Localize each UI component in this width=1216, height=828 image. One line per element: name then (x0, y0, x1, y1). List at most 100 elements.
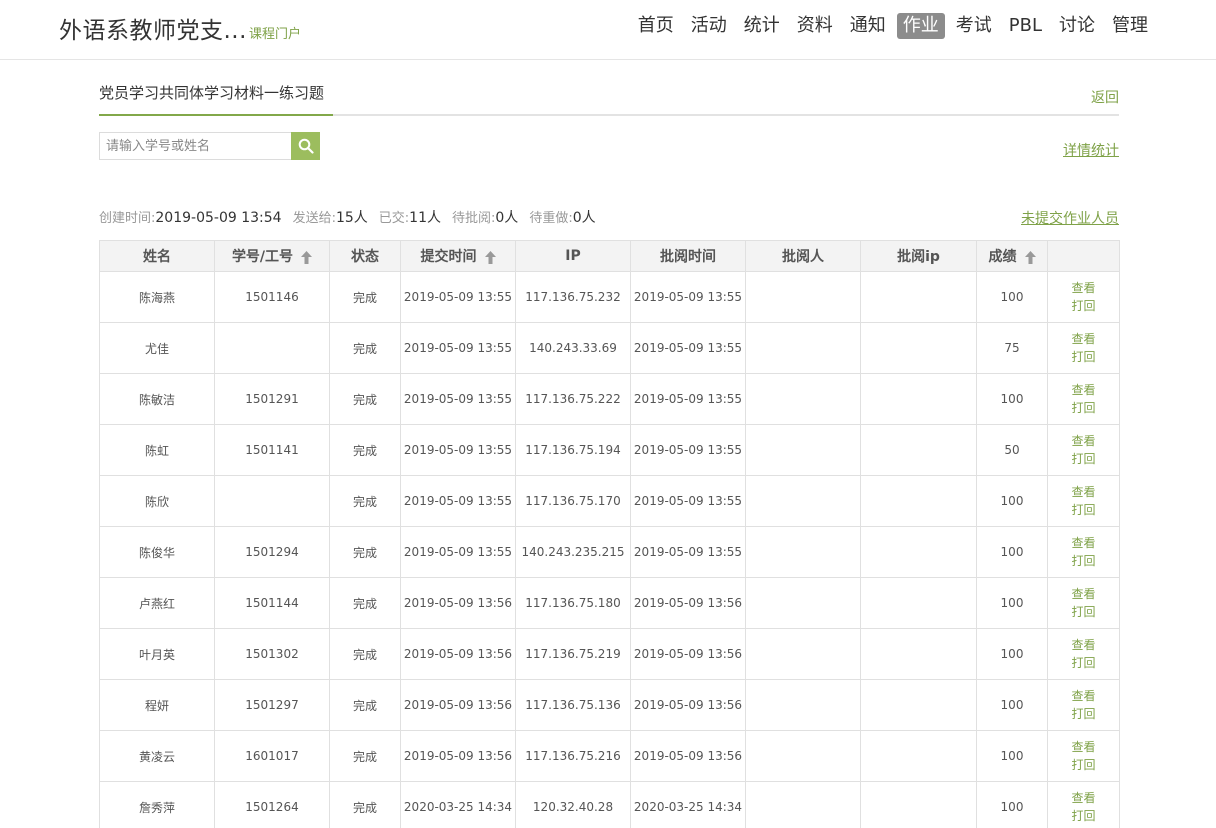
course-portal-link[interactable]: 课程门户 (249, 23, 301, 42)
unsubmitted-members-link[interactable]: 未提交作业人员 (1021, 208, 1119, 228)
column-header-actions (1047, 240, 1120, 272)
back-link[interactable]: 返回 (1091, 87, 1119, 107)
view-link[interactable]: 查看 (1048, 483, 1119, 501)
nav-item-8[interactable]: 讨论 (1053, 13, 1101, 39)
table-row: 尤佳 完成 2019-05-09 13:55 140.243.33.69 2019-05… (99, 322, 1120, 374)
cell-submit-time: 2019-05-09 13:55 (400, 373, 516, 425)
brand: 外语系教师党支... 课程门户 (59, 11, 301, 45)
cell-ip: 117.136.75.219 (515, 628, 631, 680)
course-title[interactable]: 外语系教师党支... (59, 11, 247, 45)
cell-status: 完成 (329, 628, 401, 680)
nav-item-1[interactable]: 活动 (685, 13, 733, 39)
cell-reviewer (745, 730, 861, 782)
cell-score: 100 (976, 271, 1048, 323)
pending-value: 0人 (495, 210, 519, 226)
cell-status: 完成 (329, 577, 401, 629)
tab-bar: 党员学习共同体学习材料一练习题 返回 (99, 80, 1119, 116)
search-icon (298, 138, 314, 154)
reject-link[interactable]: 打回 (1048, 705, 1119, 723)
cell-actions: 查看 打回 (1047, 424, 1120, 476)
reject-link[interactable]: 打回 (1048, 348, 1119, 366)
view-link[interactable]: 查看 (1048, 534, 1119, 552)
cell-submit-time: 2019-05-09 13:55 (400, 475, 516, 527)
detail-statistics-link[interactable]: 详情统计 (1063, 140, 1119, 160)
cell-score: 100 (976, 577, 1048, 629)
cell-submit-time: 2019-05-09 13:55 (400, 526, 516, 578)
view-link[interactable]: 查看 (1048, 279, 1119, 297)
cell-status: 完成 (329, 322, 401, 374)
cell-submit-time: 2019-05-09 13:56 (400, 730, 516, 782)
search-button[interactable] (291, 132, 320, 160)
reject-link[interactable]: 打回 (1048, 501, 1119, 519)
cell-score: 75 (976, 322, 1048, 374)
nav-item-7[interactable]: PBL (1003, 13, 1048, 39)
cell-actions: 查看 打回 (1047, 577, 1120, 629)
view-link[interactable]: 查看 (1048, 738, 1119, 756)
view-link[interactable]: 查看 (1048, 585, 1119, 603)
cell-review-ip (860, 577, 977, 629)
cell-review-time: 2019-05-09 13:56 (630, 730, 746, 782)
nav-item-0[interactable]: 首页 (632, 13, 680, 39)
reject-link[interactable]: 打回 (1048, 756, 1119, 774)
column-header-submit-time[interactable]: 提交时间 (400, 240, 516, 272)
search-input[interactable] (99, 132, 292, 160)
reject-link[interactable]: 打回 (1048, 603, 1119, 621)
cell-actions: 查看 打回 (1047, 781, 1120, 828)
reject-link[interactable]: 打回 (1048, 807, 1119, 825)
cell-name: 黄凌云 (99, 730, 215, 782)
cell-submit-time: 2020-03-25 14:34 (400, 781, 516, 828)
cell-score: 100 (976, 628, 1048, 680)
cell-reviewer (745, 322, 861, 374)
sent-value: 15人 (335, 210, 368, 226)
reject-link[interactable]: 打回 (1048, 399, 1119, 417)
redo-value: 0人 (572, 210, 596, 226)
nav-item-5[interactable]: 作业 (896, 13, 945, 39)
created-label: 创建时间: (99, 211, 156, 226)
reject-link[interactable]: 打回 (1048, 297, 1119, 315)
view-link[interactable]: 查看 (1048, 789, 1119, 807)
submitted-label: 已交: (378, 211, 410, 226)
cell-name: 叶月英 (99, 628, 215, 680)
cell-id: 1501141 (214, 424, 330, 476)
tab-assignment-title[interactable]: 党员学习共同体学习材料一练习题 (99, 80, 334, 116)
sort-arrow-icon[interactable] (484, 250, 496, 264)
view-link[interactable]: 查看 (1048, 636, 1119, 654)
reject-link[interactable]: 打回 (1048, 654, 1119, 672)
cell-review-ip (860, 373, 977, 425)
cell-review-time: 2020-03-25 14:34 (630, 781, 746, 828)
nav-item-3[interactable]: 资料 (791, 13, 839, 39)
column-header-label: 状态 (351, 249, 379, 265)
cell-review-ip (860, 679, 977, 731)
cell-status: 完成 (329, 475, 401, 527)
nav-item-6[interactable]: 考试 (950, 13, 998, 39)
cell-submit-time: 2019-05-09 13:55 (400, 424, 516, 476)
cell-review-time: 2019-05-09 13:55 (630, 322, 746, 374)
reject-link[interactable]: 打回 (1048, 552, 1119, 570)
view-link[interactable]: 查看 (1048, 687, 1119, 705)
sort-arrow-icon[interactable] (1024, 250, 1036, 264)
view-link[interactable]: 查看 (1048, 330, 1119, 348)
cell-score: 100 (976, 730, 1048, 782)
column-header-reviewer: 批阅人 (745, 240, 861, 272)
cell-actions: 查看 打回 (1047, 730, 1120, 782)
nav-item-9[interactable]: 管理 (1106, 13, 1154, 39)
view-link[interactable]: 查看 (1048, 432, 1119, 450)
column-header-score[interactable]: 成绩 (976, 240, 1048, 272)
cell-actions: 查看 打回 (1047, 322, 1120, 374)
column-header-label: 姓名 (143, 249, 171, 265)
cell-actions: 查看 打回 (1047, 475, 1120, 527)
column-header-ip: IP (515, 240, 631, 272)
nav-item-2[interactable]: 统计 (738, 13, 786, 39)
reject-link[interactable]: 打回 (1048, 450, 1119, 468)
cell-review-ip (860, 424, 977, 476)
cell-review-ip (860, 526, 977, 578)
cell-score: 100 (976, 475, 1048, 527)
nav-item-4[interactable]: 通知 (844, 13, 892, 39)
cell-id (214, 475, 330, 527)
cell-ip: 117.136.75.232 (515, 271, 631, 323)
table-row: 陈虹 1501141 完成 2019-05-09 13:55 117.136.75.19… (99, 424, 1120, 476)
table-body: 陈海燕 1501146 完成 2019-05-09 13:55 117.136.75.2… (99, 271, 1120, 828)
column-header-id[interactable]: 学号/工号 (214, 240, 330, 272)
sort-arrow-icon[interactable] (301, 250, 313, 264)
view-link[interactable]: 查看 (1048, 381, 1119, 399)
